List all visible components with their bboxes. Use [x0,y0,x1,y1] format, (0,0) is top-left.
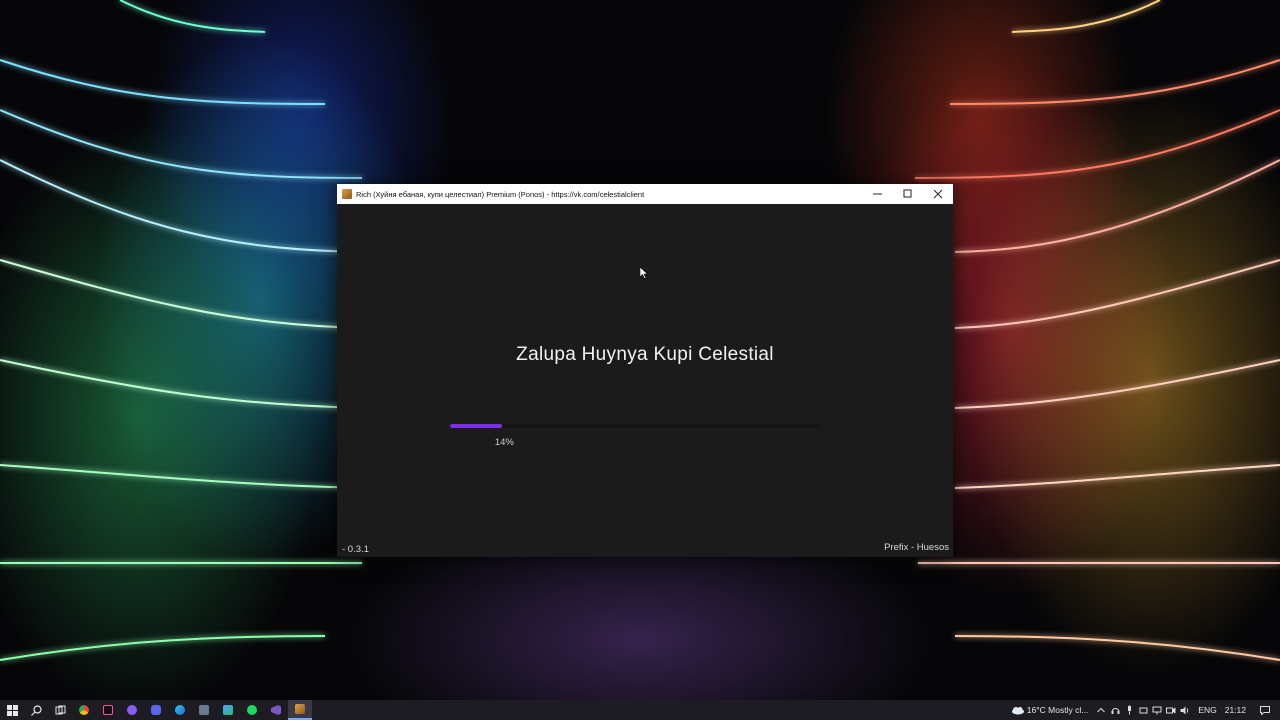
loader-title: Zalupa Huynya Kupi Celestial [516,344,774,365]
chevron-up-icon[interactable] [1094,700,1108,720]
maximize-icon [903,189,912,198]
taskbar-app-tool[interactable] [192,700,216,720]
close-icon [933,189,943,199]
taskbar-app-rich-client[interactable] [288,700,312,720]
maximize-button[interactable] [893,184,923,204]
task-view-icon [55,705,65,714]
system-tray: 16°C Mostly cl... ENG 21:12 [1009,700,1280,720]
microphone-icon[interactable] [1122,700,1136,720]
spotify-icon [247,705,257,715]
start-button[interactable] [0,700,24,720]
weather-text[interactable]: 16°C Mostly cl... [1027,705,1089,715]
taskbar-app-edge[interactable] [168,700,192,720]
language-indicator[interactable]: ENG [1198,705,1216,715]
search-button[interactable] [24,700,48,720]
minimize-button[interactable] [863,184,893,204]
close-button[interactable] [923,184,953,204]
task-view-button[interactable] [48,700,72,720]
tool-icon [199,705,209,715]
taskbar-app-installer[interactable] [216,700,240,720]
github-desktop-icon [127,705,137,715]
taskbar-app-chrome[interactable] [72,700,96,720]
minimize-icon [873,193,882,195]
version-label: - 0.3.1 [342,544,369,555]
loader-window: Rich (Хуйня ебаная, купи целестиал) Prem… [337,184,953,557]
window-controls [863,184,953,204]
clock[interactable]: 21:12 [1225,705,1246,715]
taskbar-app-github[interactable] [120,700,144,720]
mouse-cursor-icon [640,267,648,279]
taskbar: 16°C Mostly cl... ENG 21:12 [0,700,1280,720]
windows-start-icon [6,704,18,716]
taskbar-app-intellij[interactable] [96,700,120,720]
installer-icon [223,705,233,715]
usb-icon[interactable] [1136,700,1150,720]
rich-client-icon [295,704,305,714]
progress-bar-fill [450,424,502,428]
meet-now-icon[interactable] [1164,700,1178,720]
intellij-icon [103,705,113,715]
volume-icon[interactable] [1178,700,1192,720]
notification-icon[interactable] [1258,700,1272,720]
network-icon[interactable] [1150,700,1164,720]
progress-bar [450,424,820,428]
visual-studio-icon [271,705,281,715]
weather-cloud-icon[interactable] [1009,700,1027,720]
progress-percentage: 14% [494,437,514,448]
edge-icon [175,705,185,715]
taskbar-app-visual-studio[interactable] [264,700,288,720]
discord-icon [151,705,161,715]
taskbar-app-spotify[interactable] [240,700,264,720]
title-bar[interactable]: Rich (Хуйня ебаная, купи целестиал) Prem… [337,184,953,204]
window-title: Rich (Хуйня ебаная, купи целестиал) Prem… [356,189,645,199]
search-icon [30,704,42,716]
loader-content: Zalupa Huynya Kupi Celestial 14% - 0.3.1… [337,204,953,557]
credit-label: Prefix - Huesos [884,542,949,553]
chrome-icon [79,705,89,715]
app-icon [342,189,352,199]
headset-icon[interactable] [1108,700,1122,720]
taskbar-app-discord[interactable] [144,700,168,720]
